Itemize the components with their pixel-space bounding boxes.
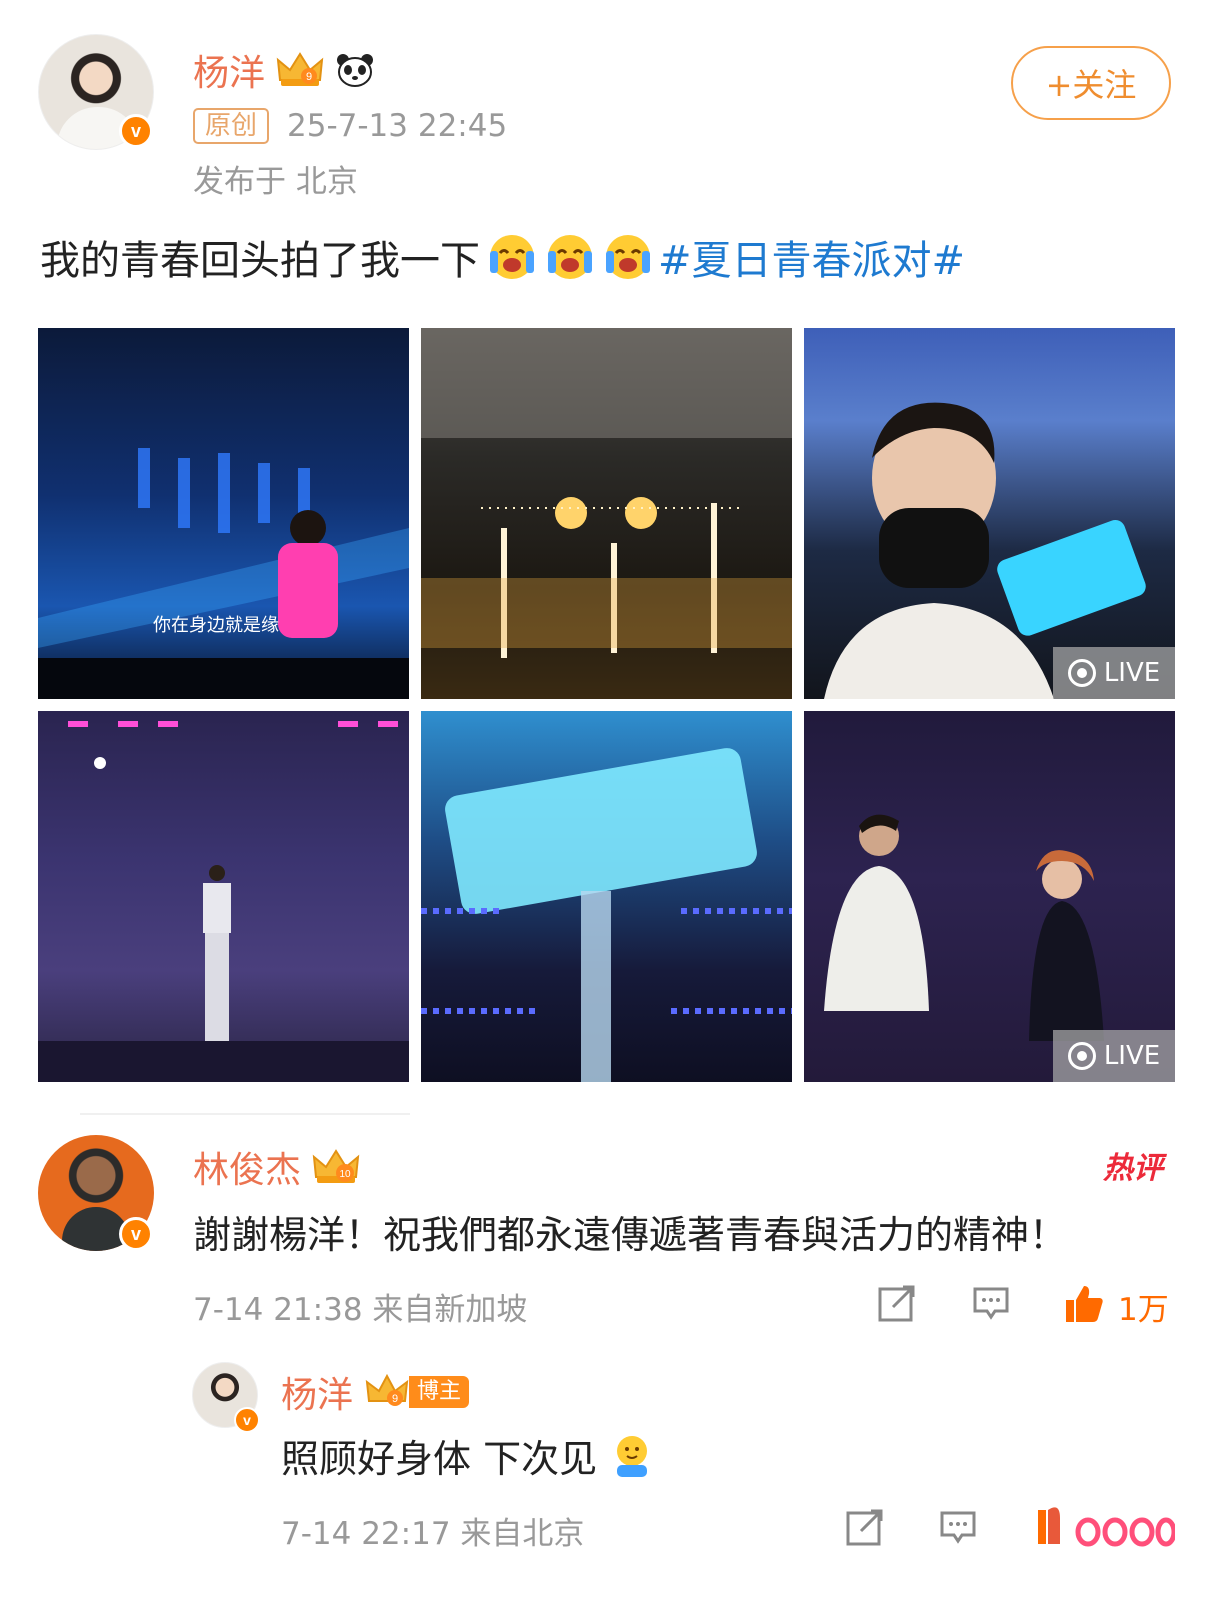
post-location: 发布于 北京 <box>193 164 358 200</box>
post-image-3[interactable]: LIVE <box>804 328 1175 699</box>
verified-badge-icon: v <box>234 1407 260 1433</box>
hot-comment-badge: 热评 <box>1103 1151 1163 1186</box>
comment-meta: 7-14 21:38 来自新加坡 <box>193 1292 528 1328</box>
like-icon[interactable] <box>1062 1282 1103 1322</box>
post-image-6[interactable]: LIVE <box>804 711 1175 1082</box>
post-timestamp: 25-7-13 22:45 <box>287 108 508 144</box>
like-icon[interactable] <box>1030 1504 1177 1548</box>
image-caption-overlay: 你在身边就是缘 <box>153 615 279 636</box>
crown-level-icon: 9 <box>275 50 325 90</box>
comment-icon[interactable] <box>938 1507 978 1547</box>
comment-text: 謝謝楊洋！祝我們都永遠傳遞著青春與活力的精神！ <box>193 1213 1068 1257</box>
blogger-tag: 博主 <box>409 1376 470 1408</box>
verified-badge-icon: v <box>119 1217 153 1251</box>
crying-laughing-emoji-icon <box>602 231 654 283</box>
author-name[interactable]: 杨洋 <box>193 44 265 96</box>
original-tag: 原创 <box>193 108 269 144</box>
crown-level-icon: 10 <box>311 1147 361 1187</box>
follow-button[interactable]: +关注 <box>1011 46 1171 120</box>
like-count: 1万 <box>1118 1292 1169 1328</box>
share-icon[interactable] <box>845 1507 885 1547</box>
live-label: LIVE <box>1103 1041 1161 1071</box>
hug-emoji-icon <box>607 1431 657 1481</box>
post-image-4[interactable] <box>38 711 409 1082</box>
post-image-1[interactable]: 你在身边就是缘 <box>38 328 409 699</box>
crown-level-number: 10 <box>339 1169 351 1180</box>
reply-text: 照顾好身体 下次见 <box>281 1437 598 1481</box>
post-image-2[interactable] <box>421 328 792 699</box>
panda-icon <box>335 52 375 88</box>
live-label: LIVE <box>1103 658 1161 688</box>
live-photo-badge: LIVE <box>1053 1030 1175 1082</box>
comment-icon[interactable] <box>971 1283 1011 1323</box>
topic-link[interactable]: #夏日青春派对# <box>658 228 965 286</box>
reply-author-name[interactable]: 杨洋 <box>281 1366 353 1418</box>
blogger-badge: 9 博主 <box>365 1373 470 1411</box>
post-image-5[interactable] <box>421 711 792 1082</box>
post-text: 我的青春回头拍了我一下 <box>40 238 480 284</box>
divider <box>80 1113 410 1115</box>
reply-meta: 7-14 22:17 来自北京 <box>281 1516 585 1552</box>
crown-level-icon: 9 <box>365 1373 409 1406</box>
post-content: 我的青春回头拍了我一下 #夏日青春派对# <box>40 228 965 286</box>
live-icon <box>1067 659 1096 687</box>
live-photo-badge: LIVE <box>1053 647 1175 699</box>
crying-laughing-emoji-icon <box>544 231 596 283</box>
crown-level-number: 9 <box>306 71 312 83</box>
crown-level-number: 9 <box>392 1393 398 1405</box>
live-icon <box>1067 1042 1096 1070</box>
crying-laughing-emoji-icon <box>486 231 538 283</box>
reply-content: 照顾好身体 下次见 <box>281 1428 657 1483</box>
share-icon[interactable] <box>877 1283 917 1323</box>
verified-badge-icon: v <box>119 114 153 148</box>
commenter-name[interactable]: 林俊杰 <box>193 1141 301 1193</box>
